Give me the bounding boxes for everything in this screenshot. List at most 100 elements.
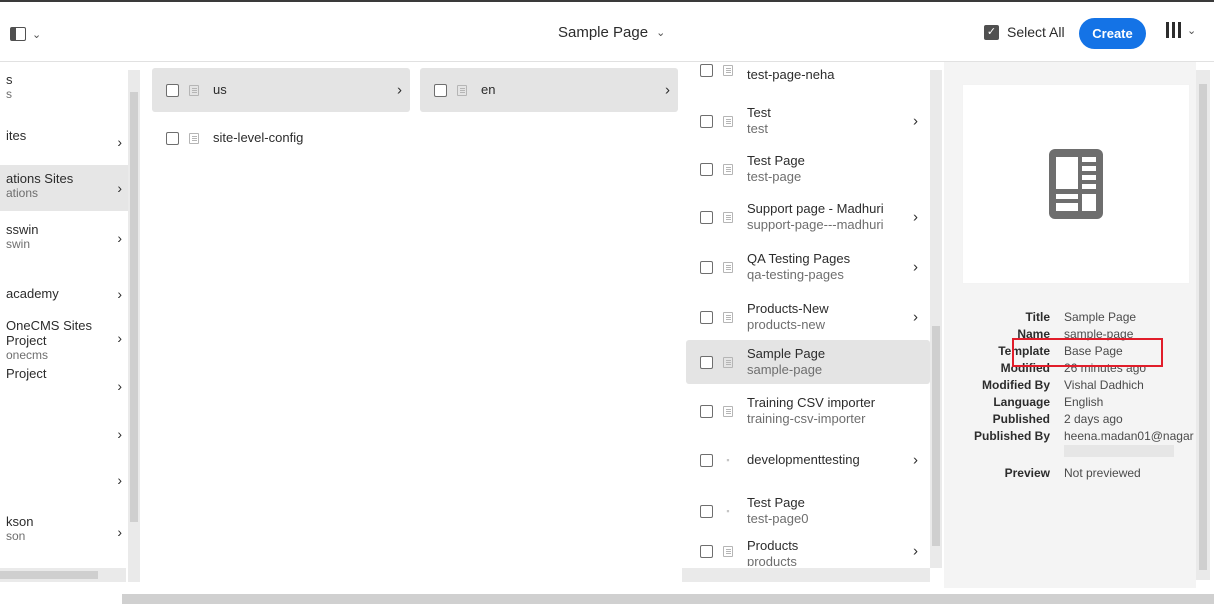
list-item[interactable]: Products products ›	[686, 536, 926, 566]
chevron-right-icon: ›	[665, 81, 670, 99]
folder-icon: ▪	[726, 454, 730, 465]
page-icon	[723, 311, 733, 323]
list-item[interactable]: Support page - Madhuri support-page---mad…	[686, 194, 926, 240]
page-icon	[723, 405, 733, 417]
column-item[interactable]: s s	[0, 72, 128, 106]
item-title: academy	[6, 286, 59, 301]
item-name: son	[6, 529, 26, 543]
column-item[interactable]: academy ›	[0, 274, 128, 314]
list-item[interactable]: test-page-neha	[686, 62, 926, 88]
scrollbar-thumb[interactable]	[130, 92, 138, 522]
chevron-right-icon: ›	[397, 81, 402, 99]
list-item[interactable]: us ›	[152, 68, 410, 112]
list-item[interactable]: en ›	[420, 68, 678, 112]
item-title: Project	[6, 366, 47, 381]
scrollbar-thumb[interactable]	[122, 594, 1214, 604]
chevron-right-icon: ›	[913, 112, 918, 130]
item-checkbox[interactable]	[166, 83, 179, 97]
view-switcher[interactable]: ⌄	[1166, 22, 1196, 38]
chevron-right-icon: ›	[117, 134, 122, 150]
item-title: ations Sites	[6, 171, 74, 186]
chevron-right-icon: ›	[117, 378, 122, 394]
item-name: s	[6, 87, 12, 101]
vertical-scrollbar[interactable]	[128, 70, 140, 582]
page-icon	[723, 356, 733, 368]
item-title: kson	[6, 514, 34, 529]
item-checkbox[interactable]	[700, 114, 713, 128]
item-name: test	[747, 121, 768, 136]
chevron-right-icon: ›	[913, 542, 918, 560]
item-checkbox[interactable]	[700, 162, 713, 176]
scrollbar-thumb[interactable]	[932, 326, 940, 546]
horizontal-scrollbar[interactable]	[682, 568, 930, 582]
page-icon	[723, 545, 733, 557]
item-title: Products-New	[747, 301, 829, 316]
item-name: training-csv-importer	[747, 411, 866, 426]
list-item[interactable]: Test test ›	[686, 98, 926, 144]
list-item[interactable]: Products-New products-new ›	[686, 294, 926, 340]
column-item[interactable]: sswin swin ›	[0, 218, 128, 258]
column-item[interactable]: kson son ›	[0, 514, 128, 550]
properties-background: Title Sample Page Name sample-page Templat…	[944, 62, 1196, 588]
scrollbar-thumb[interactable]	[1199, 84, 1207, 570]
list-item[interactable]: QA Testing Pages qa-testing-pages ›	[686, 244, 926, 290]
page-icon	[457, 84, 467, 96]
item-title: Test Page	[747, 495, 805, 510]
select-all-button[interactable]: ✓ Select All	[984, 24, 1065, 40]
checkbox-checked-icon: ✓	[984, 24, 999, 40]
select-all-label: Select All	[1007, 24, 1065, 40]
item-checkbox[interactable]	[166, 131, 179, 145]
vertical-scrollbar[interactable]	[1196, 70, 1210, 580]
column-item[interactable]: OneCMS Sites Project onecms ›	[0, 318, 128, 362]
item-name: ations	[6, 186, 39, 200]
item-title: site-level-config	[213, 130, 304, 145]
meta-modified-by: Modified By Vishal Dadhich	[982, 377, 1144, 392]
item-title: developmenttesting	[747, 452, 860, 467]
main-horizontal-scrollbar[interactable]	[0, 592, 1214, 606]
item-title: Products	[747, 538, 799, 553]
horizontal-scrollbar[interactable]	[0, 568, 126, 582]
list-item[interactable]: ▪ Test Page test-page0	[686, 488, 926, 534]
item-checkbox[interactable]	[700, 404, 713, 418]
item-checkbox[interactable]	[700, 453, 713, 467]
item-title: Training CSV importer	[747, 395, 876, 410]
item-name: test-page	[747, 169, 802, 184]
item-checkbox[interactable]	[434, 83, 447, 97]
column-item[interactable]: Project ›	[0, 366, 128, 406]
list-item[interactable]: Test Page test-page	[686, 146, 926, 192]
column-item[interactable]: ites ›	[0, 124, 128, 160]
page-icon	[189, 84, 199, 96]
item-name: onecms	[6, 348, 49, 362]
item-checkbox[interactable]	[700, 355, 713, 369]
item-checkbox[interactable]	[700, 210, 713, 224]
create-button[interactable]: Create	[1079, 18, 1146, 49]
page-title-dropdown[interactable]: Sample Page ⌄	[558, 24, 665, 41]
item-name: test-page0	[747, 511, 809, 526]
page-icon	[723, 163, 733, 175]
column-item[interactable]: ›	[0, 416, 128, 452]
item-checkbox[interactable]	[700, 63, 713, 77]
meta-published: Published 2 days ago	[992, 411, 1123, 426]
chevron-down-icon: ⌄	[656, 27, 666, 39]
list-item[interactable]: Training CSV importer training-csv-import…	[686, 388, 926, 434]
item-checkbox[interactable]	[700, 544, 713, 558]
meta-language: Language English	[993, 394, 1104, 409]
vertical-scrollbar[interactable]	[930, 70, 942, 568]
item-checkbox[interactable]	[700, 310, 713, 324]
page-title: Sample Page	[558, 24, 649, 41]
list-item-selected[interactable]: Sample Page sample-page	[686, 340, 930, 384]
page-icon	[723, 261, 733, 273]
item-title: Test	[747, 105, 771, 120]
column-item-selected[interactable]: ations Sites ations ›	[0, 165, 128, 211]
column-item[interactable]: ›	[0, 462, 128, 498]
horizontal-scrollbar[interactable]	[1064, 445, 1174, 457]
list-item[interactable]: ▪ developmenttesting ›	[686, 440, 926, 480]
item-checkbox[interactable]	[700, 504, 713, 518]
rail-toggle-button[interactable]: ⌄	[10, 22, 50, 46]
item-title: Test Page	[747, 153, 805, 168]
top-bar: ⌄ Sample Page ⌄ ✓ Select All Create ⌄	[0, 0, 1214, 62]
page-thumbnail	[962, 84, 1190, 284]
scrollbar-thumb[interactable]	[0, 571, 98, 579]
list-item[interactable]: site-level-config	[152, 118, 410, 158]
item-checkbox[interactable]	[700, 260, 713, 274]
